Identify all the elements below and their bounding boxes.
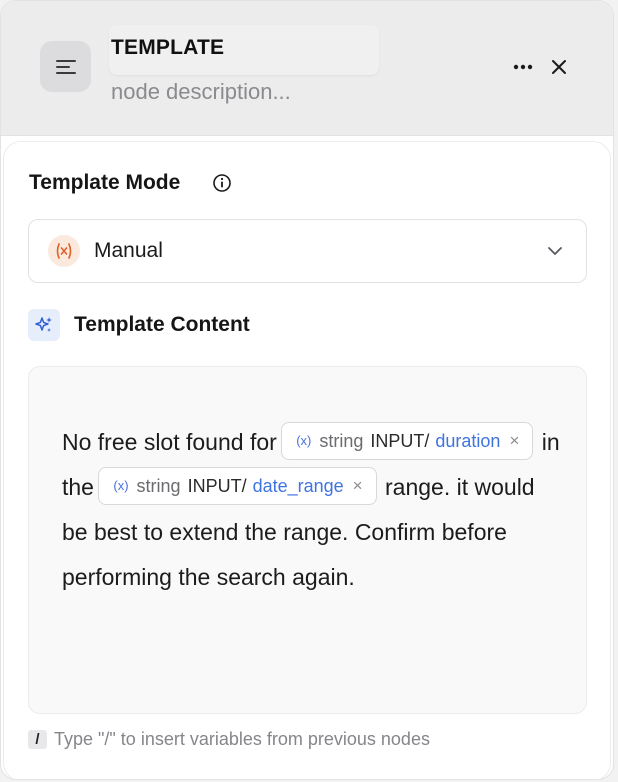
more-button[interactable]: [509, 53, 537, 81]
list-lines-icon: [40, 41, 91, 92]
slash-key-icon: /: [28, 730, 47, 749]
template-content-editor[interactable]: No free slot found for (x) string INPUT/du…: [28, 366, 587, 714]
chip-source: INPUT/: [187, 475, 247, 496]
chip-remove-icon[interactable]: ×: [509, 422, 519, 460]
template-mode-select[interactable]: Manual: [28, 219, 587, 283]
variable-icon: (x): [113, 477, 129, 493]
hint-text: Type "/" to insert variables from previo…: [54, 729, 430, 749]
template-mode-value: Manual: [94, 239, 163, 262]
chevron-down-icon: [548, 247, 562, 255]
panel-header: TEMPLATE node description...: [1, 1, 613, 136]
info-icon[interactable]: [212, 173, 232, 193]
chip-type: string: [136, 475, 181, 496]
chip-type: string: [319, 430, 364, 451]
chip-variable-name: duration: [435, 430, 501, 451]
close-icon: [552, 60, 566, 74]
node-panel: TEMPLATE node description... Template Mo…: [0, 0, 614, 780]
insert-variable-hint: / Type "/" to insert variables from prev…: [28, 729, 430, 750]
variable-icon: (x): [296, 432, 312, 448]
sparkle-icon: [28, 309, 60, 341]
close-button[interactable]: [545, 53, 573, 81]
variable-chip-duration[interactable]: (x) string INPUT/duration ×: [281, 421, 534, 460]
variable-icon: [48, 235, 80, 267]
template-mode-label: Template Mode: [29, 171, 181, 194]
more-horizontal-icon: [513, 64, 533, 70]
chip-variable-name: date_range: [252, 475, 344, 496]
chip-source: INPUT/: [370, 430, 430, 451]
variable-chip-date-range[interactable]: (x) string INPUT/date_range ×: [98, 466, 377, 505]
node-title[interactable]: TEMPLATE: [111, 36, 224, 60]
template-content-label: Template Content: [74, 313, 250, 336]
template-text[interactable]: No free slot found for (x) string INPUT/du…: [62, 420, 562, 600]
chip-remove-icon[interactable]: ×: [353, 467, 363, 505]
node-description-input[interactable]: node description...: [111, 79, 291, 105]
template-text-segment: No free slot found for: [62, 429, 277, 455]
